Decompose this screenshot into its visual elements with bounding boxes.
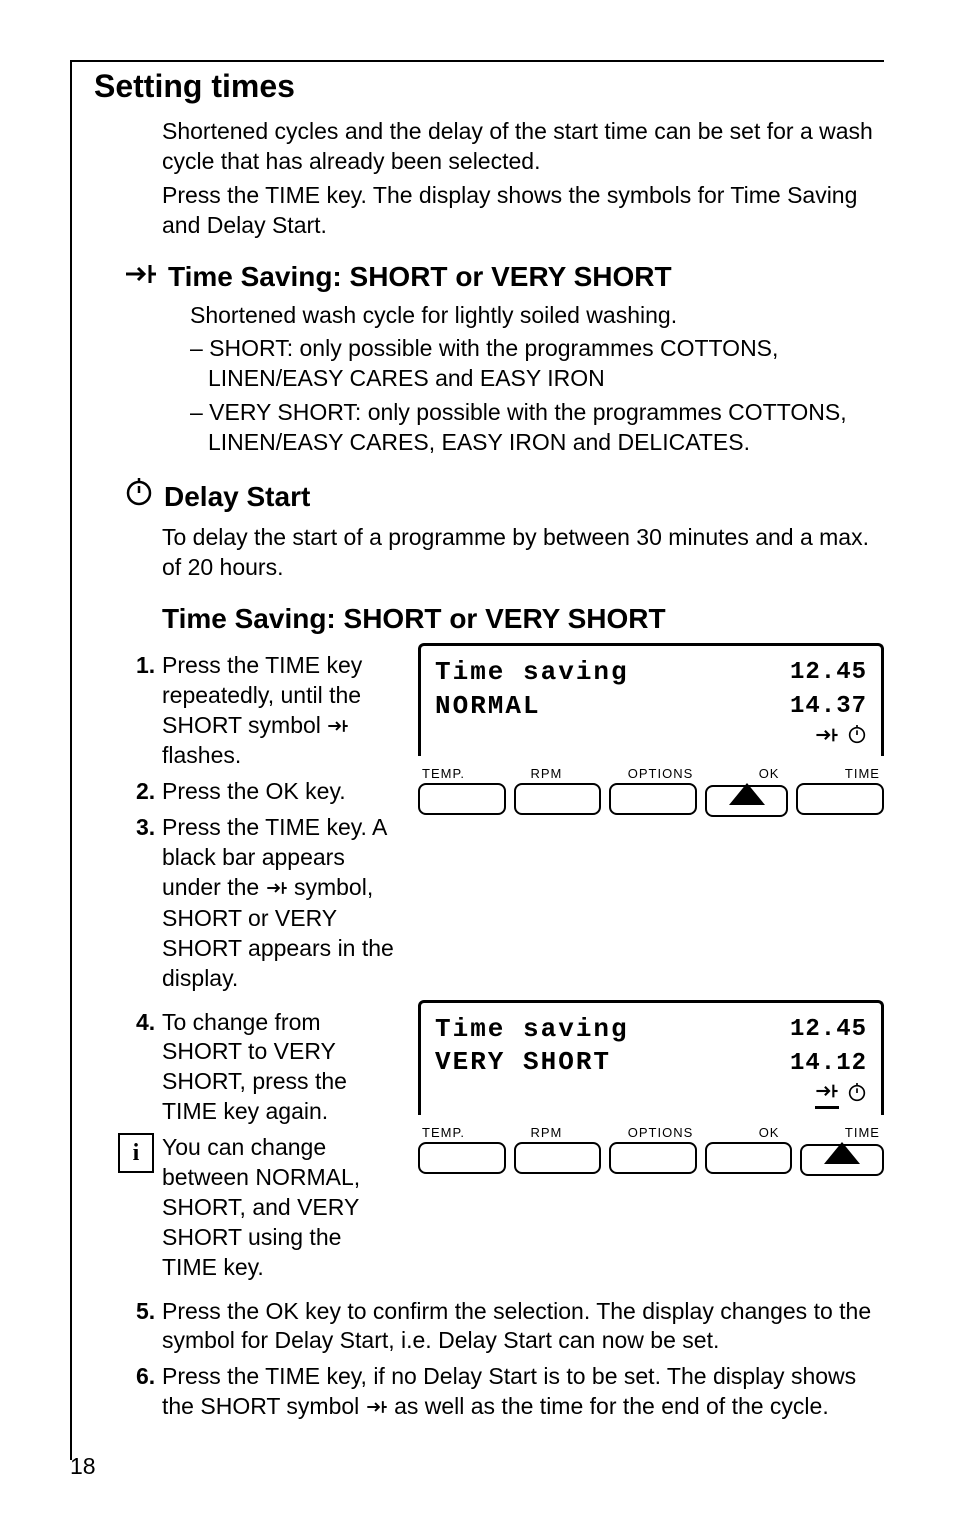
- btn-label-time: TIME: [845, 766, 880, 781]
- time-saving-veryshort-desc: – VERY SHORT: only possible with the pro…: [190, 398, 884, 458]
- btn-label-temp: TEMP.: [422, 766, 465, 781]
- display-panel-1: Time saving 12.45 NORMAL 14.37: [418, 643, 884, 816]
- options-button[interactable]: [609, 1142, 697, 1174]
- step-4-text: To change from SHORT to VERY SHORT, pres…: [162, 1009, 347, 1125]
- short-icon: [266, 874, 288, 904]
- heading-delay-start: Delay Start: [124, 478, 884, 515]
- delay-start-desc: To delay the start of a programme by bet…: [162, 523, 884, 583]
- panel2-time1: 12.45: [790, 1014, 867, 1045]
- panel2-time2: 14.12: [790, 1048, 867, 1079]
- info-icon: i: [118, 1133, 154, 1173]
- options-button[interactable]: [609, 783, 697, 815]
- btn-label-ok: OK: [759, 766, 780, 781]
- heading-setting-times: Setting times: [94, 68, 884, 105]
- btn-label-options: OPTIONS: [628, 766, 694, 781]
- time-button[interactable]: [796, 783, 884, 815]
- temp-button[interactable]: [418, 783, 506, 815]
- panel1-time2: 14.37: [790, 691, 867, 722]
- page-number: 18: [70, 1453, 884, 1480]
- btn-label-ok: OK: [759, 1125, 780, 1140]
- short-icon: [815, 1082, 839, 1105]
- arrow-up-icon: [729, 783, 765, 805]
- info-note-text: You can change between NORMAL, SHORT, an…: [162, 1134, 360, 1280]
- clock-icon: [847, 725, 867, 750]
- intro-paragraph-2: Press the TIME key. The display shows th…: [162, 181, 884, 241]
- panel2-line1: Time saving: [435, 1013, 629, 1047]
- panel1-line1: Time saving: [435, 656, 629, 690]
- rule-top: [70, 60, 884, 62]
- step-5-text: Press the OK key to confirm the selectio…: [162, 1298, 871, 1354]
- ok-button[interactable]: [705, 1142, 793, 1174]
- display-panel-2: Time saving 12.45 VERY SHORT 14.12: [418, 1000, 884, 1175]
- short-icon: [327, 712, 349, 742]
- short-icon: [815, 726, 839, 749]
- rule-left: [70, 60, 72, 1460]
- heading-time-saving-label: Time Saving: SHORT or VERY SHORT: [168, 261, 672, 293]
- clock-icon: [124, 478, 154, 515]
- btn-label-options: OPTIONS: [628, 1125, 694, 1140]
- step-6-text-b: as well as the time for the end of the c…: [394, 1393, 829, 1419]
- step-2: 2.Press the OK key.: [136, 777, 394, 807]
- heading-delay-start-label: Delay Start: [164, 481, 310, 513]
- btn-label-rpm: RPM: [530, 1125, 562, 1140]
- intro-paragraph-1: Shortened cycles and the delay of the st…: [162, 117, 884, 177]
- time-saving-short-desc: – SHORT: only possible with the programm…: [190, 334, 884, 394]
- rpm-button[interactable]: [514, 1142, 602, 1174]
- panel1-line2: NORMAL: [435, 690, 541, 724]
- panel2-line2: VERY SHORT: [435, 1046, 611, 1080]
- info-icon-glyph: i: [133, 1138, 140, 1169]
- step-5: 5.Press the OK key to confirm the select…: [136, 1297, 884, 1357]
- short-icon: [366, 1393, 388, 1423]
- step-4: 4.To change from SHORT to VERY SHORT, pr…: [136, 1008, 394, 1128]
- rpm-button[interactable]: [514, 783, 602, 815]
- short-icon: [124, 261, 158, 293]
- step-1-text-b: flashes.: [162, 742, 241, 768]
- arrow-up-icon: [824, 1142, 860, 1164]
- step-1: 1. Press the TIME key repeatedly, until …: [136, 651, 394, 772]
- btn-label-time: TIME: [845, 1125, 880, 1140]
- heading-time-saving-options: Time Saving: SHORT or VERY SHORT: [124, 261, 884, 293]
- heading-procedure: Time Saving: SHORT or VERY SHORT: [162, 603, 884, 635]
- time-saving-subtitle: Shortened wash cycle for lightly soiled …: [190, 301, 884, 331]
- step-3: 3. Press the TIME key. A black bar appea…: [136, 813, 394, 993]
- temp-button[interactable]: [418, 1142, 506, 1174]
- btn-label-temp: TEMP.: [422, 1125, 465, 1140]
- panel1-time1: 12.45: [790, 657, 867, 688]
- btn-label-rpm: RPM: [530, 766, 562, 781]
- clock-icon: [847, 1083, 867, 1108]
- step-6: 6. Press the TIME key, if no Delay Start…: [136, 1362, 884, 1423]
- step-2-text: Press the OK key.: [162, 778, 346, 804]
